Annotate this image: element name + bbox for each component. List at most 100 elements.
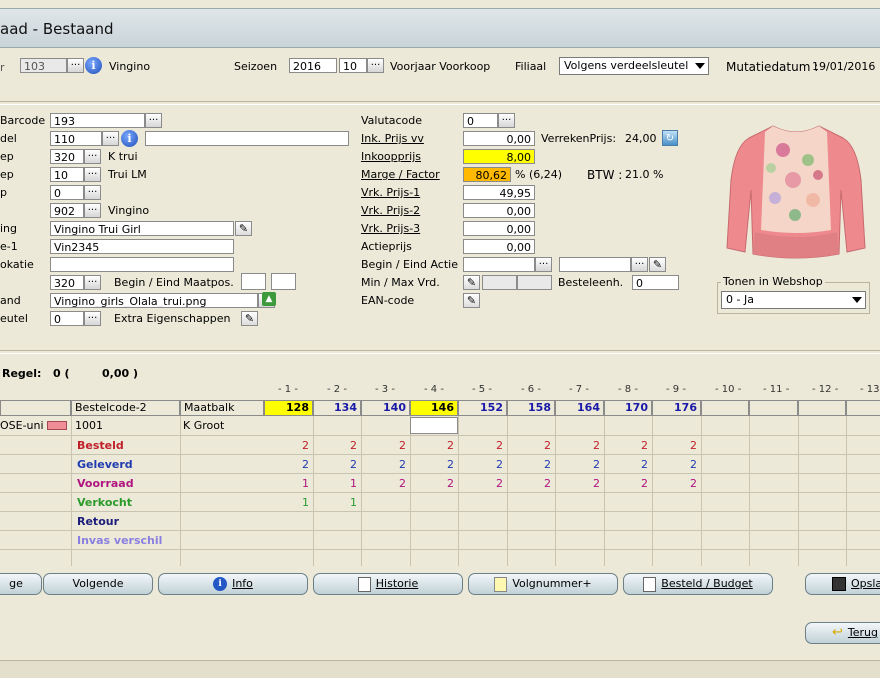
size-qty-cell[interactable]: 2 — [608, 439, 648, 452]
vrk1-field[interactable]: 49,95 — [463, 185, 535, 200]
table-row[interactable]: Verkocht 1 1 — [0, 492, 880, 512]
inkoopprijs-field[interactable]: 8,00 — [463, 149, 535, 164]
sleutel-field[interactable]: 0 — [50, 311, 84, 326]
image-icon[interactable]: ▲ — [262, 292, 276, 306]
size-header[interactable]: 176 — [652, 400, 701, 416]
size-qty-cell[interactable]: 2 — [608, 458, 648, 471]
vrk2-field[interactable]: 0,00 — [463, 203, 535, 218]
groep2-lookup-button[interactable]: ... — [84, 167, 101, 182]
size-qty-cell[interactable]: 2 — [366, 458, 406, 471]
table-row[interactable]: OSE-uni 1001 K Groot — [0, 416, 880, 436]
size-qty-cell[interactable]: 2 — [608, 477, 648, 490]
size-header[interactable]: 164 — [555, 400, 604, 416]
groep2-code-field[interactable]: 10 — [50, 167, 84, 182]
terug-button[interactable]: ↩ Terug — [805, 622, 880, 644]
size-header[interactable]: 170 — [604, 400, 652, 416]
size-header[interactable]: 152 — [458, 400, 507, 416]
maat-lookup-button[interactable]: ... — [84, 275, 101, 290]
table-row[interactable]: Retour — [0, 511, 880, 531]
artikel-info-icon[interactable]: i — [121, 130, 138, 147]
table-row[interactable]: Voorraad 1 1 2 2 2 2 2 2 2 — [0, 473, 880, 493]
vorige-button[interactable]: ge — [0, 573, 42, 595]
size-header[interactable]: 158 — [507, 400, 555, 416]
f5-field[interactable]: 0 — [50, 185, 84, 200]
sleutel-lookup-button[interactable]: ... — [84, 311, 101, 326]
size-qty-cell[interactable]: 2 — [269, 458, 309, 471]
valutacode-field[interactable]: 0 — [463, 113, 498, 128]
size-qty-cell[interactable]: 2 — [511, 477, 551, 490]
seizoen-lookup-button[interactable]: ... — [367, 58, 384, 73]
merk-lookup-button[interactable]: ... — [84, 203, 101, 218]
size-qty-cell[interactable]: 2 — [511, 458, 551, 471]
edit-pencil-icon[interactable]: ✎ — [235, 221, 252, 236]
size-qty-cell[interactable]: 2 — [366, 477, 406, 490]
maatpos-eind-field[interactable] — [271, 273, 296, 290]
table-row[interactable]: Besteld 2 2 2 2 2 2 2 2 2 — [0, 435, 880, 455]
size-qty-cell[interactable]: 2 — [269, 439, 309, 452]
size-header[interactable]: 128 — [264, 400, 313, 416]
size-qty-cell[interactable]: 2 — [463, 458, 503, 471]
seizoen-code-field[interactable]: 10 — [339, 58, 367, 73]
marge-field[interactable]: 80,62 — [463, 167, 511, 182]
levcode-field[interactable]: Vin2345 — [50, 239, 234, 254]
actieprijs-field[interactable]: 0,00 — [463, 239, 535, 254]
size-qty-cell[interactable]: 2 — [511, 439, 551, 452]
besteleenh-field[interactable]: 0 — [632, 275, 679, 290]
max-vrd-field[interactable] — [517, 275, 552, 290]
filiaal-select[interactable]: Volgens verdeelsleutel — [559, 57, 709, 75]
vrk3-field[interactable]: 0,00 — [463, 221, 535, 236]
size-qty-cell[interactable]: 2 — [366, 439, 406, 452]
groep1-code-field[interactable]: 320 — [50, 149, 84, 164]
artikel-extra-field[interactable] — [145, 131, 349, 146]
size-header[interactable]: 140 — [361, 400, 410, 416]
minmax-edit-pencil-icon[interactable]: ✎ — [463, 275, 480, 290]
size-qty-cell[interactable]: 2 — [414, 439, 454, 452]
code-lookup-button[interactable]: ... — [67, 58, 84, 73]
table-row[interactable]: Geleverd 2 2 2 2 2 2 2 2 2 — [0, 454, 880, 474]
artikel-field[interactable]: 110 — [50, 131, 102, 146]
size-qty-cell[interactable]: 1 — [317, 496, 357, 509]
size-qty-cell[interactable]: 2 — [414, 458, 454, 471]
historie-button[interactable]: Historie — [313, 573, 463, 595]
merk-code-field[interactable]: 902 — [50, 203, 84, 218]
actie-eind-field[interactable] — [559, 257, 631, 272]
actie-edit-pencil-icon[interactable]: ✎ — [649, 257, 666, 272]
size-qty-cell[interactable]: 2 — [560, 458, 600, 471]
min-vrd-field[interactable] — [482, 275, 517, 290]
besteld-budget-button[interactable]: Besteld / Budget — [623, 573, 773, 595]
actie-begin-lookup-button[interactable]: ... — [535, 257, 552, 272]
size-qty-cell[interactable]: 1 — [317, 477, 357, 490]
volgende-button[interactable]: Volgende — [43, 573, 153, 595]
size-qty-cell[interactable]: 2 — [414, 477, 454, 490]
size-qty-cell[interactable]: 2 — [657, 439, 697, 452]
locatie-field[interactable] — [50, 257, 234, 272]
code-field[interactable]: 103 — [20, 58, 67, 73]
size-qty-cell[interactable]: 2 — [463, 439, 503, 452]
valutacode-lookup-button[interactable]: ... — [498, 113, 515, 128]
f5-lookup-button[interactable]: ... — [84, 185, 101, 200]
refresh-icon[interactable]: ↻ — [662, 130, 678, 146]
actie-begin-field[interactable] — [463, 257, 535, 272]
webshop-select[interactable]: 0 - Ja — [721, 291, 866, 309]
size-qty-cell[interactable]: 2 — [657, 458, 697, 471]
barcode-lookup-button[interactable]: ... — [145, 113, 162, 128]
actie-eind-lookup-button[interactable]: ... — [631, 257, 648, 272]
size-edit-cell[interactable] — [410, 417, 458, 434]
size-header[interactable] — [701, 400, 749, 416]
size-qty-cell[interactable]: 2 — [317, 439, 357, 452]
maatpos-begin-field[interactable] — [241, 273, 266, 290]
volgnummer-button[interactable]: Volgnummer+ — [468, 573, 618, 595]
info-button[interactable]: i Info — [158, 573, 308, 595]
size-qty-cell[interactable]: 2 — [317, 458, 357, 471]
size-header[interactable] — [846, 400, 880, 416]
size-qty-cell[interactable]: 2 — [560, 439, 600, 452]
seizoen-year-field[interactable]: 2016 — [289, 58, 337, 73]
omschrijving-field[interactable]: Vingino Trui Girl — [50, 221, 234, 236]
bestand-field[interactable]: Vingino_girls_Olala_trui.png — [50, 293, 258, 308]
size-header[interactable] — [798, 400, 846, 416]
size-qty-cell[interactable]: 1 — [269, 496, 309, 509]
size-qty-cell[interactable]: 2 — [463, 477, 503, 490]
maat-code-field[interactable]: 320 — [50, 275, 84, 290]
extra-edit-pencil-icon[interactable]: ✎ — [241, 311, 258, 326]
size-header[interactable]: 146 — [410, 400, 458, 416]
